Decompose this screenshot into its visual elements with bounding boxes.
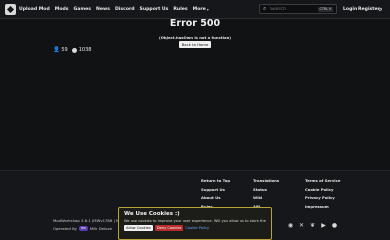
cookie-actions: Allow Cookies Deny Cookies Cookie Policy — [124, 225, 266, 231]
nav-games[interactable]: Games — [74, 7, 92, 12]
register-link[interactable]: Register — [358, 0, 380, 19]
nav-more-dropdown[interactable]: More ▾ — [193, 7, 209, 12]
bluesky-icon[interactable]: ❦ — [309, 223, 316, 229]
footer-link[interactable]: Support Us — [201, 187, 230, 192]
github-count: 1038 — [78, 47, 92, 53]
cookie-banner: We Use Cookies :) We use cookies to impr… — [118, 207, 272, 240]
back-to-home-button[interactable]: Back to Home — [179, 41, 211, 48]
footer-link[interactable]: Impressum — [305, 204, 340, 209]
footer-link[interactable]: Cookie Policy — [305, 187, 340, 192]
discord-icon[interactable]: ◉ — [287, 223, 294, 229]
footer-link[interactable]: Return to Top — [201, 178, 230, 183]
operator-logo[interactable]: MW — [78, 226, 88, 231]
footer-link[interactable]: Status — [253, 187, 279, 192]
nav-discord[interactable]: Discord — [115, 7, 135, 12]
github-icon[interactable]: ● — [331, 223, 338, 229]
site-stats: 👤 59 1038 — [53, 47, 95, 53]
error-message: (Object.hasOwn is not a function) — [158, 35, 232, 40]
cookie-policy-link[interactable]: Cookie Policy — [185, 225, 209, 231]
github-icon[interactable] — [71, 47, 77, 53]
nav-support-us[interactable]: Support Us — [140, 7, 169, 12]
top-navigation: Upload Mod Mods Games News Discord Suppo… — [0, 0, 390, 19]
search-icon: ⌕ — [263, 5, 267, 12]
nav-rules[interactable]: Rules — [173, 7, 187, 12]
footer-link[interactable]: Privacy Policy — [305, 195, 340, 200]
login-link[interactable]: Login — [343, 0, 357, 19]
search-shortcut-hint: CTRL K — [318, 7, 333, 12]
search-box[interactable]: ⌕ CTRL K — [259, 4, 337, 14]
cookie-title: We Use Cookies :) — [124, 211, 180, 217]
nav-news[interactable]: News — [96, 7, 110, 12]
footer-link[interactable]: Translations — [253, 178, 279, 183]
search-input[interactable] — [270, 5, 320, 13]
logo-icon[interactable] — [5, 3, 16, 15]
nav-mods[interactable]: Mods — [55, 7, 69, 12]
youtube-icon[interactable]: ▶ — [320, 223, 327, 229]
users-count: 59 — [61, 47, 68, 53]
version-text: ModWorkshop 3.6.1 (MWv1786 | MWv — [53, 218, 126, 223]
nav-upload-mod[interactable]: Upload Mod — [19, 7, 50, 12]
cookie-text: We use cookies to improve your user expe… — [124, 219, 266, 223]
deny-cookies-button[interactable]: Deny Cookies — [154, 225, 184, 231]
footer-link[interactable]: About Us — [201, 195, 230, 200]
footer-column-3: Terms of Service Cookie Policy Privacy P… — [305, 178, 340, 209]
allow-cookies-button[interactable]: Allow Cookies — [124, 225, 153, 231]
error-title: Error 500 — [169, 18, 221, 29]
x-icon[interactable]: ✕ — [298, 223, 305, 229]
operated-by-label: Operated By — [53, 226, 77, 231]
social-links: ◉ ✕ ❦ ▶ ● — [287, 223, 338, 229]
operator-name[interactable]: Milk Deluxe — [90, 226, 112, 231]
nav-more-label: More — [192, 6, 206, 12]
footer-column-2: Translations Status Wiki API — [253, 178, 279, 209]
footer-column-1: Return to Top Support Us About Us Rules — [201, 178, 230, 209]
operated-by: Operated By MW Milk Deluxe — [53, 226, 112, 231]
chevron-down-icon: ▾ — [206, 6, 209, 12]
user-icon: 👤 — [53, 47, 60, 53]
footer-link[interactable]: Wiki — [253, 195, 279, 200]
footer-link[interactable]: Terms of Service — [305, 178, 340, 183]
search-toggle-icon[interactable]: ⌕ — [379, 0, 382, 19]
